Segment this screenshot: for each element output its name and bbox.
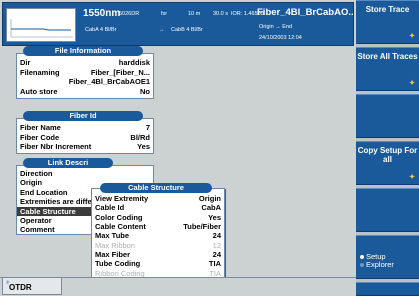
link-description-header: Link Descri — [17, 158, 155, 169]
file-information-title: File Information — [23, 46, 143, 56]
wavelength: 1550nm — [83, 8, 121, 19]
fiber-id-title: Fiber Id — [23, 111, 143, 121]
color-coding-label: Color Coding — [95, 212, 143, 222]
trace-file-name: Fiber_4Bl_BrCabAO... — [257, 7, 353, 18]
file-information-panel: File Information Dir harddisk Filenaming F… — [16, 46, 154, 99]
cable-structure-row-tube-coding[interactable]: Tube Coding TIA — [92, 259, 224, 268]
cable-structure-row-max-tube[interactable]: Max Tube 24 — [92, 231, 224, 240]
cable-arrow: → — [159, 27, 165, 33]
softkey-bar: Store Trace ✦ Store All Traces ✦ Copy Se… — [356, 0, 419, 296]
max-fiber-value: 24 — [212, 250, 221, 260]
cable-structure-row-max-fiber[interactable]: Max Fiber 24 — [92, 250, 224, 259]
cable-structure-row-max-ribbon: Max Ribbon 12 — [92, 241, 224, 250]
max-ribbon-value: 12 — [212, 240, 221, 250]
cable-from: CabA 4 Bl/Br — [85, 27, 117, 33]
fiber-code-row[interactable]: Fiber Code Bl/Rd — [17, 133, 153, 143]
filenaming-row[interactable]: Filenaming Fiber_[Fiber_N... — [17, 68, 153, 78]
distance: 10 m — [188, 11, 201, 17]
radio-on-icon — [360, 255, 364, 259]
auto-store-label: Auto store — [20, 86, 58, 96]
fiber-code-value: Bl/Rd — [130, 132, 150, 142]
tab-otdr-label: OTDR — [9, 283, 32, 292]
copy-setup-button[interactable]: Copy Setup For all ✦ — [356, 141, 419, 185]
fiber-id-header: Fiber Id — [17, 111, 155, 122]
fiber-id-panel: Fiber Id Fiber Name 7 Fiber Code Bl/Rd Fib… — [16, 111, 154, 154]
explorer-option[interactable]: Explorer — [360, 261, 419, 269]
cable-structure-popup: Cable Structure View Extremity Origin Cabl… — [91, 183, 225, 296]
tab-otdr[interactable]: ® OTDR — [2, 278, 62, 295]
cable-structure-title: Cable Structure — [100, 183, 212, 193]
tube-coding-value: TIA — [208, 259, 221, 269]
max-ribbon-label: Max Ribbon — [95, 240, 136, 250]
trace-preview-graph — [10, 19, 73, 38]
color-coding-value: Yes — [208, 212, 221, 222]
setup-explorer-toggle[interactable]: Setup Explorer — [356, 235, 419, 279]
fiber-name-label: Fiber Name — [20, 123, 61, 132]
filenaming-label: Filenaming — [20, 67, 60, 77]
status-header: 1550nm 5026DR fsr 10 m 30.0 s IOR: 1.465… — [2, 2, 354, 46]
file-information-header: File Information — [17, 46, 155, 57]
view-extremity-value: Origin — [198, 194, 221, 203]
cable-content-value: Tube/Fiber — [183, 222, 221, 232]
link-description-title: Link Descri — [23, 158, 113, 168]
otdr-screen: 1550nm 5026DR fsr 10 m 30.0 s IOR: 1.465… — [0, 0, 419, 296]
trace-thumbnail[interactable] — [6, 8, 76, 42]
cable-structure-row-cable-content[interactable]: Cable Content Tube/Fiber — [92, 222, 224, 231]
pin-icon: ✦ — [409, 33, 415, 40]
dir-label: Dir — [20, 58, 31, 67]
dir-value: harddisk — [118, 58, 150, 67]
menu-item-direction[interactable]: Direction — [17, 169, 153, 178]
filenaming-value: Fiber_[Fiber_N... — [90, 67, 150, 77]
max-tube-value: 24 — [212, 231, 221, 241]
cable-content-label: Cable Content — [95, 222, 146, 232]
fiber-name-row[interactable]: Fiber Name 7 — [17, 123, 153, 133]
cable-structure-row-cable-id[interactable]: Cable Id CabA — [92, 203, 224, 212]
store-all-traces-label: Store All Traces — [357, 52, 418, 61]
pin-icon: ✦ — [409, 174, 415, 181]
max-tube-label: Max Tube — [95, 231, 130, 241]
fiber-name-value: 7 — [145, 123, 150, 132]
cable-structure-row-color-coding[interactable]: Color Coding Yes — [92, 213, 224, 222]
softkey-empty-1[interactable] — [356, 94, 419, 138]
origin-end: Origin → End — [259, 24, 293, 30]
cable-to: CabB 4 Bl/Br — [171, 27, 203, 33]
cable-id-value: CabA — [201, 203, 221, 213]
fiber-nbr-increment-label: Fiber Nbr Increment — [20, 142, 92, 152]
pin-icon: ✦ — [409, 80, 415, 87]
module-name: 5026DR — [119, 11, 140, 17]
auto-store-row[interactable]: Auto store No — [17, 87, 153, 97]
tube-coding-label: Tube Coding — [95, 259, 141, 269]
cable-id-label: Cable Id — [95, 203, 125, 213]
dir-row[interactable]: Dir harddisk — [17, 58, 153, 68]
fiber-nbr-increment-value: Yes — [137, 142, 150, 152]
view-extremity-label: View Extremity — [95, 194, 149, 203]
bottom-tab-bar: ® OTDR — [0, 277, 356, 296]
softkey-empty-3[interactable] — [356, 282, 419, 296]
fiber-code-label: Fiber Code — [20, 132, 60, 142]
filename-preview-row: Fiber_4Bl_BrCabAOE1 — [17, 77, 153, 87]
max-fiber-label: Max Fiber — [95, 250, 131, 260]
fiber-nbr-increment-row[interactable]: Fiber Nbr Increment Yes — [17, 142, 153, 152]
store-trace-button[interactable]: Store Trace ✦ — [356, 0, 419, 44]
filename-preview-value: Fiber_4Bl_BrCabAOE1 — [68, 77, 150, 87]
duration: fsr — [161, 11, 168, 17]
store-trace-label: Store Trace — [365, 5, 410, 14]
softkey-empty-2[interactable] — [356, 188, 419, 232]
store-all-traces-button[interactable]: Store All Traces ✦ — [356, 47, 419, 91]
explorer-label: Explorer — [366, 260, 394, 269]
copy-setup-label: Copy Setup For all — [357, 146, 418, 164]
auto-store-value: No — [140, 86, 150, 96]
pulse: 30.0 s — [213, 11, 228, 17]
radio-off-icon — [360, 263, 364, 267]
datetime: 24/10/2003 12:04 — [259, 35, 302, 41]
cable-structure-row-view-extremity[interactable]: View Extremity Origin — [92, 194, 224, 203]
